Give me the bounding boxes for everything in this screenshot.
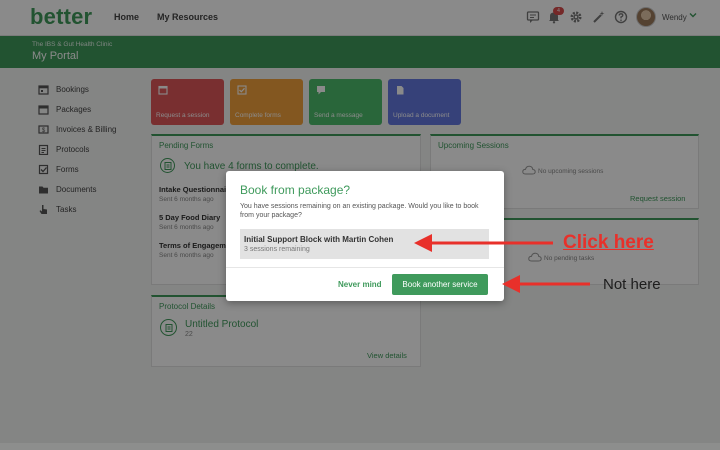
click-here-annotation: Click here xyxy=(563,232,654,253)
annotation-arrows xyxy=(414,234,590,293)
arrow-to-book-another xyxy=(502,275,590,293)
not-here-annotation: Not here xyxy=(603,276,661,293)
arrow-to-package xyxy=(414,234,553,252)
